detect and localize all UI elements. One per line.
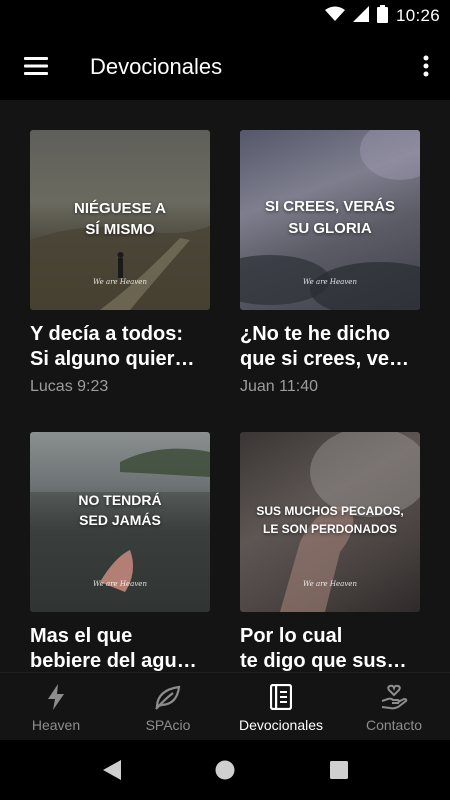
devotional-card[interactable]: NIÉGUESE A SÍ MISMO We are Heaven Y decí… xyxy=(30,130,210,396)
devotional-grid: NIÉGUESE A SÍ MISMO We are Heaven Y decí… xyxy=(0,100,450,672)
watermark-text: We are Heaven xyxy=(303,580,357,588)
card-image: SI CREES, VERÁS SU GLORIA We are Heaven xyxy=(240,130,420,310)
watermark-text: We are Heaven xyxy=(303,278,357,286)
card-reference: Juan 11:40 xyxy=(240,378,318,395)
signal-icon xyxy=(352,5,369,27)
image-caption-line: SI CREES, VERÁS xyxy=(264,198,396,215)
nav-item-devocionales[interactable]: Devocionales xyxy=(225,673,337,741)
hand-heart-icon xyxy=(380,683,408,711)
image-caption-line: SUS MUCHOS PECADOS, xyxy=(256,504,404,518)
more-vert-icon[interactable] xyxy=(414,44,438,88)
card-image: NO TENDRÁ SED JAMÁS We are Heaven xyxy=(30,432,210,612)
image-caption-line: LE SON PERDONADOS xyxy=(262,522,397,536)
devotional-card[interactable]: NO TENDRÁ SED JAMÁS We are Heaven Mas el… xyxy=(30,432,210,672)
card-title: Mas el que bebiere del agu… xyxy=(30,625,197,672)
nav-item-heaven[interactable]: Heaven xyxy=(0,673,112,741)
nav-label: Heaven xyxy=(31,717,81,733)
card-title: Por lo cual te digo que sus… xyxy=(240,625,407,672)
app-bar: Devocionales xyxy=(0,32,450,100)
image-caption-line: NIÉGUESE A xyxy=(74,200,166,217)
lightning-icon xyxy=(48,683,64,711)
hamburger-menu-icon[interactable] xyxy=(14,44,58,88)
battery-icon xyxy=(376,4,388,28)
card-image: NIÉGUESE A SÍ MISMO We are Heaven xyxy=(30,130,210,310)
bottom-navigation: Heaven SPAcio Devocionales Contacto xyxy=(0,672,450,740)
watermark-text: We are Heaven xyxy=(93,580,147,588)
card-image: SUS MUCHOS PECADOS, LE SON PERDONADOS We… xyxy=(240,432,420,612)
image-caption-line: NO TENDRÁ xyxy=(78,492,162,508)
nav-item-spacio[interactable]: SPAcio xyxy=(112,673,224,741)
image-caption-line: SÍ MISMO xyxy=(85,221,155,238)
devotional-card[interactable]: SI CREES, VERÁS SU GLORIA We are Heaven … xyxy=(240,130,420,396)
watermark-text: We are Heaven xyxy=(93,278,147,286)
card-reference: Lucas 9:23 xyxy=(30,378,109,395)
back-icon[interactable] xyxy=(100,758,124,782)
system-navigation-bar xyxy=(0,740,450,800)
home-icon[interactable] xyxy=(213,758,237,782)
book-icon xyxy=(270,683,292,711)
status-time: 10:26 xyxy=(395,6,440,25)
page-title: Devocionales xyxy=(90,54,223,79)
nav-item-contacto[interactable]: Contacto xyxy=(338,673,450,741)
card-title: ¿No te he dicho que si crees, ve… xyxy=(240,323,409,370)
image-caption-line: SED JAMÁS xyxy=(79,512,161,528)
devotional-card[interactable]: SUS MUCHOS PECADOS, LE SON PERDONADOS We… xyxy=(240,432,420,672)
image-caption-line: SU GLORIA xyxy=(288,220,372,237)
recents-icon[interactable] xyxy=(327,758,351,782)
wifi-icon xyxy=(324,6,345,27)
status-bar: 10:26 xyxy=(0,0,450,32)
leaf-icon xyxy=(154,683,182,711)
card-title: Y decía a todos: Si alguno quier… xyxy=(30,323,195,370)
nav-label: Contacto xyxy=(365,717,423,733)
nav-label: SPAcio xyxy=(145,717,191,733)
nav-label: Devocionales xyxy=(238,717,324,733)
